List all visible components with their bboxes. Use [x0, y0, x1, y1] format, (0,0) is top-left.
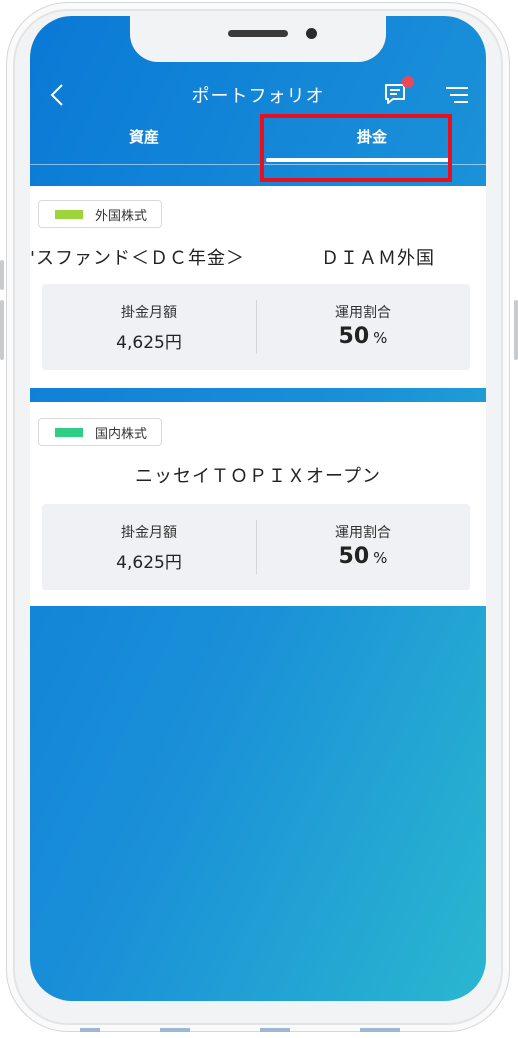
ratio-unit: %	[373, 329, 388, 347]
monthly-amount-value: 4,625円	[116, 333, 182, 353]
ratio-number: 50	[338, 544, 370, 569]
monthly-amount: 掛金月額 4,625円	[42, 284, 256, 370]
category-tag: 国内株式	[38, 418, 162, 446]
category-tag: 外国株式	[38, 200, 162, 228]
allocation-ratio: 運用割合 50%	[256, 284, 470, 370]
fund-name: 'スファンド＜ＤＣ年金＞ ＤＩＡＭ外国	[30, 248, 435, 269]
category-color-swatch	[55, 209, 83, 219]
monthly-amount: 掛金月額 4,625円	[42, 504, 256, 590]
allocation-ratio-label: 運用割合	[335, 525, 391, 541]
menu-icon[interactable]	[444, 84, 470, 106]
stats-panel: 掛金月額 4,625円 運用割合 50%	[42, 284, 470, 370]
notification-badge	[402, 76, 414, 88]
phone-side-button	[0, 260, 4, 290]
fund-card[interactable]: 外国株式 'スファンド＜ＤＣ年金＞ ＤＩＡＭ外国 掛金月額 4,625円 運用割…	[30, 186, 486, 388]
app-screen: ポートフォリオ 資産 掛金 外国株式 'スファンド＜ＤＣ年金＞ ＤＩＡＭ外国 掛…	[30, 16, 486, 1001]
page-title: ポートフォリオ	[191, 86, 325, 107]
speaker	[228, 30, 288, 37]
phone-side-button	[0, 300, 4, 360]
highlight-box	[260, 114, 452, 182]
allocation-ratio-value: 50%	[256, 544, 470, 569]
stats-panel: 掛金月額 4,625円 運用割合 50%	[42, 504, 470, 590]
monthly-amount-value: 4,625円	[116, 553, 182, 573]
ratio-unit: %	[373, 549, 388, 567]
tab-assets[interactable]: 資産	[30, 126, 258, 147]
allocation-ratio-label: 運用割合	[335, 305, 391, 321]
allocation-ratio-value: 50%	[256, 324, 470, 349]
category-label: 国内株式	[95, 426, 148, 442]
fund-name: ニッセイＴＯＰＩＸオープン	[135, 466, 381, 487]
monthly-amount-label: 掛金月額	[121, 305, 177, 321]
fund-card[interactable]: 国内株式 ニッセイＴＯＰＩＸオープン 掛金月額 4,625円 運用割合 50%	[30, 402, 486, 606]
notch	[130, 16, 386, 62]
category-label: 外国株式	[95, 208, 148, 224]
camera	[306, 28, 317, 39]
phone-side-button	[514, 300, 518, 360]
allocation-ratio: 運用割合 50%	[256, 504, 470, 590]
monthly-amount-label: 掛金月額	[121, 525, 177, 541]
bottom-fragment	[80, 1028, 400, 1032]
app-header: ポートフォリオ	[30, 76, 486, 116]
ratio-number: 50	[338, 324, 370, 349]
category-color-swatch	[55, 427, 83, 437]
